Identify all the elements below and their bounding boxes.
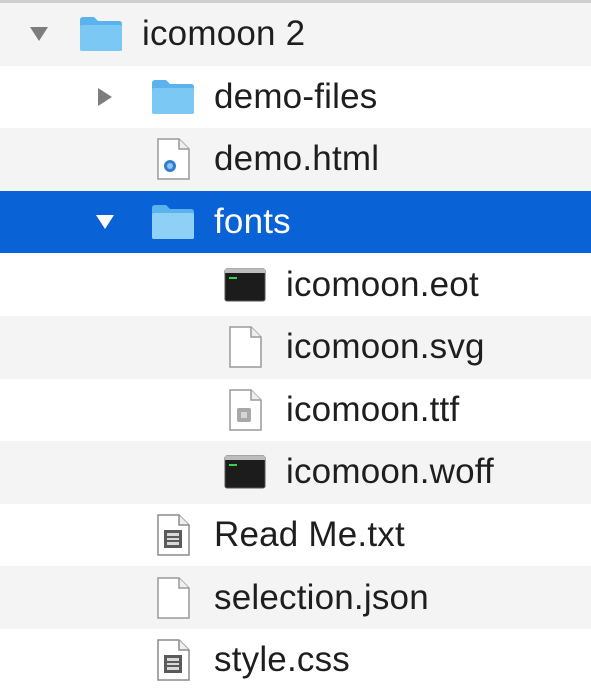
tree-row-label: style.css [214, 640, 350, 680]
terminal-file-icon [222, 449, 268, 495]
tree-row-label: selection.json [214, 577, 429, 617]
tree-row-label: icomoon.svg [286, 327, 485, 367]
disclosure-expanded-icon[interactable] [28, 23, 50, 45]
disclosure-collapsed-icon[interactable] [94, 86, 116, 108]
terminal-file-icon [222, 262, 268, 308]
tree-row-label: Read Me.txt [214, 515, 405, 555]
file-browser: icomoon 2 demo-files demo.html fonts ico… [0, 0, 591, 700]
tree-row-label: icomoon 2 [142, 14, 306, 54]
tree-row-label: demo-files [214, 76, 378, 116]
tree-row-icomoon-eot[interactable]: icomoon.eot [0, 253, 591, 316]
blank-file-icon [222, 324, 268, 370]
tree-row-read-me-txt[interactable]: Read Me.txt [0, 504, 591, 567]
tree-row-label: icomoon.eot [286, 264, 479, 304]
tree-row-icomoon-2[interactable]: icomoon 2 [0, 3, 591, 66]
font-file-icon [222, 387, 268, 433]
tree-row-icomoon-ttf[interactable]: icomoon.ttf [0, 379, 591, 442]
tree-row-demo-files[interactable]: demo-files [0, 66, 591, 129]
tree-row-style-css[interactable]: style.css [0, 629, 591, 692]
blank-file-icon [150, 575, 196, 621]
html-file-icon [150, 136, 196, 182]
tree-row-demo-html[interactable]: demo.html [0, 128, 591, 191]
tree-row-selection-json[interactable]: selection.json [0, 566, 591, 629]
folder-icon [150, 74, 196, 120]
text-file-icon [150, 637, 196, 683]
tree-row-icomoon-svg[interactable]: icomoon.svg [0, 315, 591, 379]
tree-row-label: demo.html [214, 139, 380, 179]
tree-row-fonts[interactable]: fonts [0, 190, 591, 254]
folder-icon [78, 11, 124, 57]
folder-icon [150, 199, 196, 245]
tree-row-label: icomoon.woff [286, 452, 494, 492]
tree-row-label: icomoon.ttf [286, 389, 460, 429]
tree-row-icomoon-woff[interactable]: icomoon.woff [0, 441, 591, 504]
text-file-icon [150, 512, 196, 558]
disclosure-expanded-icon[interactable] [94, 211, 116, 233]
tree-row-label: fonts [214, 202, 291, 242]
